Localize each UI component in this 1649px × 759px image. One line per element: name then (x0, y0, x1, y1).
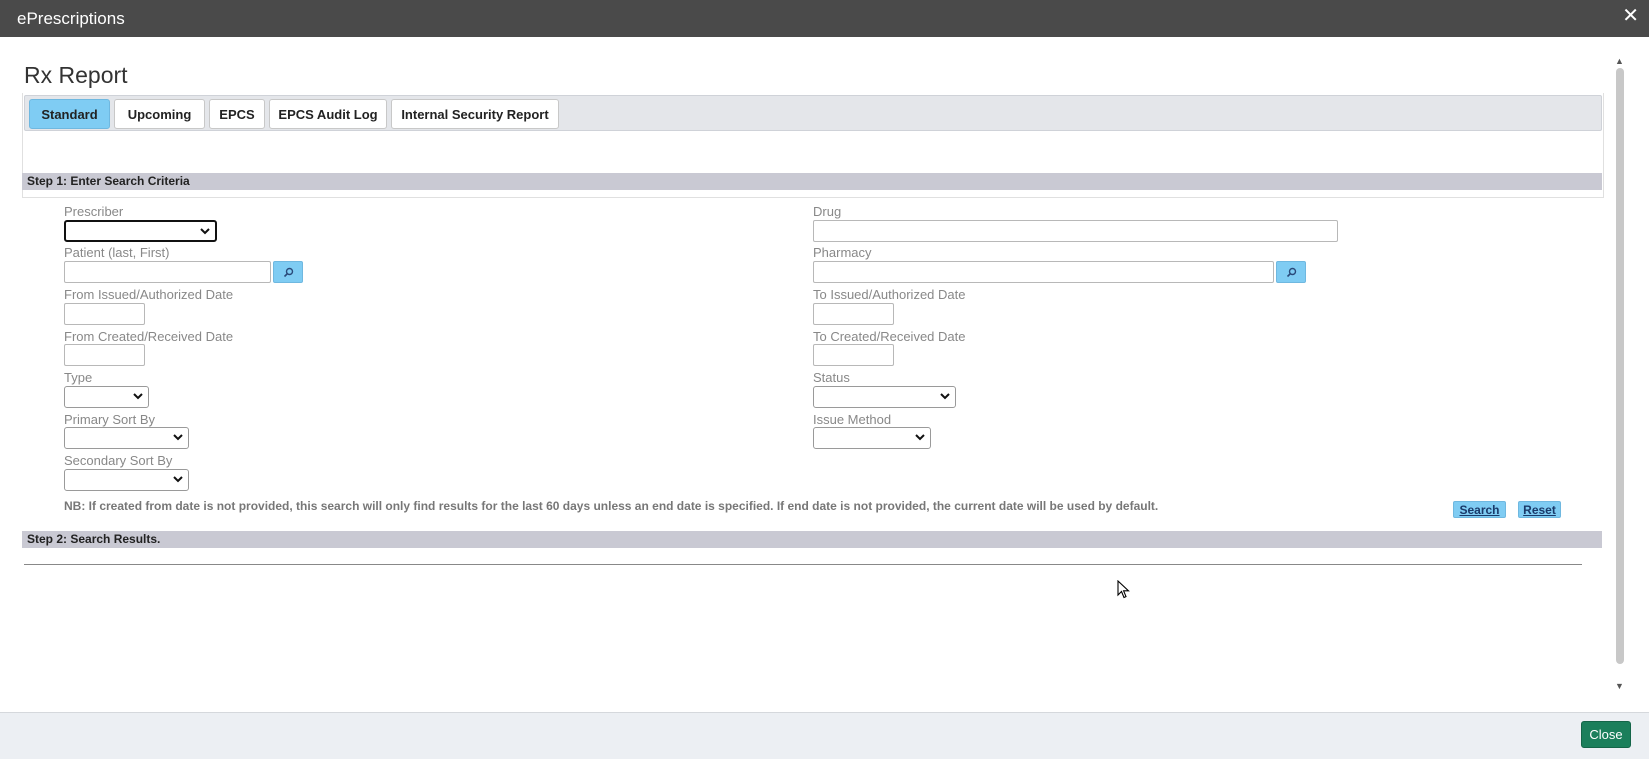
prescriber-label: Prescriber (64, 204, 124, 219)
status-label: Status (813, 370, 850, 385)
chevron-down-icon (173, 434, 183, 441)
drug-input[interactable] (813, 220, 1338, 242)
window-titlebar: ePrescriptions ✕ (0, 0, 1649, 37)
to-created-date-label: To Created/Received Date (813, 329, 966, 344)
mouse-cursor-icon (1117, 580, 1130, 599)
status-select[interactable] (813, 386, 956, 408)
tab-epcs-audit-log[interactable]: EPCS Audit Log (269, 99, 387, 129)
dialog-footer: Close (0, 712, 1649, 759)
step2-header: Step 2: Search Results. (22, 531, 1602, 548)
pharmacy-search-button[interactable] (1276, 261, 1306, 283)
pharmacy-label: Pharmacy (813, 245, 872, 260)
search-note: NB: If created from date is not provided… (64, 499, 1159, 513)
search-icon (283, 267, 294, 278)
close-button[interactable]: Close (1581, 721, 1631, 748)
drug-label: Drug (813, 204, 842, 219)
tab-upcoming[interactable]: Upcoming (114, 99, 205, 129)
to-issued-date-label: To Issued/Authorized Date (813, 287, 966, 302)
issue-method-select[interactable] (813, 427, 931, 449)
secondary-sort-select[interactable] (64, 469, 189, 491)
chevron-down-icon (200, 228, 210, 235)
window-title: ePrescriptions (17, 9, 125, 28)
main-content: Rx Report Standard Upcoming EPCS EPCS Au… (0, 37, 1649, 712)
to-created-date-input[interactable] (813, 344, 894, 366)
chevron-down-icon (940, 393, 950, 400)
primary-sort-label: Primary Sort By (64, 412, 156, 427)
tab-epcs[interactable]: EPCS (209, 99, 265, 129)
chevron-down-icon (133, 393, 143, 400)
from-created-date-label: From Created/Received Date (64, 329, 234, 344)
primary-sort-select[interactable] (64, 427, 189, 449)
close-icon[interactable]: ✕ (1622, 6, 1639, 26)
secondary-sort-label: Secondary Sort By (64, 453, 173, 468)
step1-header: Step 1: Enter Search Criteria (22, 173, 1602, 190)
tab-bar: Standard Upcoming EPCS EPCS Audit Log In… (24, 95, 1602, 131)
search-button[interactable]: Search (1453, 501, 1506, 518)
issue-method-label: Issue Method (813, 412, 892, 427)
page-title: Rx Report (24, 62, 128, 88)
results-divider (24, 564, 1582, 565)
pharmacy-input[interactable] (813, 261, 1274, 283)
tab-standard[interactable]: Standard (29, 99, 110, 129)
search-icon (1286, 267, 1297, 278)
from-created-date-input[interactable] (64, 344, 145, 366)
from-issued-date-input[interactable] (64, 303, 145, 325)
tab-internal-security-report[interactable]: Internal Security Report (391, 99, 559, 129)
patient-search-button[interactable] (273, 261, 303, 283)
from-issued-date-label: From Issued/Authorized Date (64, 287, 234, 302)
chevron-down-icon (915, 434, 925, 441)
type-select[interactable] (64, 386, 149, 408)
type-label: Type (64, 370, 93, 385)
scroll-up-icon[interactable]: ▲ (1615, 56, 1624, 66)
reset-button[interactable]: Reset (1518, 501, 1561, 518)
scroll-down-icon[interactable]: ▼ (1615, 681, 1624, 691)
vertical-scrollbar[interactable]: ▲ ▼ (1614, 54, 1626, 694)
to-issued-date-input[interactable] (813, 303, 894, 325)
prescriber-select[interactable] (64, 220, 217, 242)
chevron-down-icon (173, 476, 183, 483)
patient-label: Patient (last, First) (64, 245, 170, 260)
scroll-thumb[interactable] (1616, 68, 1624, 664)
patient-input[interactable] (64, 261, 271, 283)
